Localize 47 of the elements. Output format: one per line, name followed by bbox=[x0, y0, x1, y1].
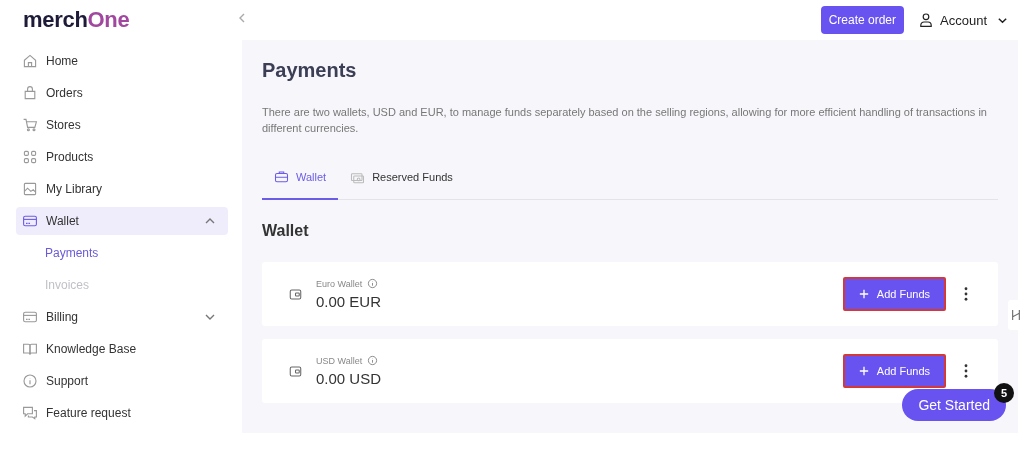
count-badge: 5 bbox=[994, 383, 1014, 403]
card-icon bbox=[22, 309, 38, 325]
sidebar-item[interactable]: Orders bbox=[16, 79, 228, 107]
wallet-name: USD Wallet bbox=[316, 355, 363, 366]
add-funds-button[interactable]: Add Funds bbox=[842, 277, 946, 311]
wallet-name: Euro Wallet bbox=[316, 278, 363, 289]
sidebar-item[interactable]: Knowledge Base bbox=[16, 335, 228, 363]
wallet-balance: 0.00 USD bbox=[316, 370, 382, 387]
sidebar-item[interactable]: Billing bbox=[16, 303, 228, 331]
sidebar-item[interactable]: Feature request bbox=[16, 399, 228, 427]
bag-icon bbox=[22, 85, 38, 101]
wallet-icon bbox=[288, 286, 303, 302]
sidebar-item[interactable]: My Library bbox=[16, 175, 228, 203]
brand-logo: merchOne bbox=[23, 7, 130, 33]
tab[interactable]: Wallet bbox=[262, 161, 339, 200]
plus-icon bbox=[858, 289, 869, 299]
home-icon bbox=[22, 53, 38, 69]
card-icon bbox=[22, 213, 38, 229]
more-options-icon[interactable] bbox=[964, 287, 968, 301]
sidebar-item[interactable]: Home bbox=[16, 47, 228, 75]
info-icon bbox=[22, 373, 38, 389]
info-icon[interactable] bbox=[367, 355, 379, 366]
user-icon bbox=[918, 12, 934, 28]
tab[interactable]: Reserved Funds bbox=[338, 161, 465, 199]
sidebar-item[interactable]: Products bbox=[16, 143, 228, 171]
info-icon[interactable] bbox=[367, 278, 379, 289]
page-description: There are two wallets, USD and EUR, to manage funds separately based on the selling regions, allowing for more efficient handling of transactions in different currencies. bbox=[262, 105, 988, 136]
sidebar-subitem[interactable]: Payments bbox=[45, 239, 99, 267]
book-icon bbox=[22, 341, 38, 357]
wallet-balance: 0.00 EUR bbox=[316, 293, 382, 310]
chat-icon bbox=[22, 405, 38, 421]
sidebar-item[interactable]: Support bbox=[16, 367, 228, 395]
grid-icon bbox=[22, 149, 38, 165]
handle-icon bbox=[1011, 308, 1021, 322]
sidebar-item[interactable]: Wallet bbox=[16, 207, 228, 235]
image-icon bbox=[22, 181, 38, 197]
account-menu[interactable]: Account bbox=[918, 12, 1008, 28]
more-options-icon[interactable] bbox=[964, 364, 968, 378]
briefcase-icon bbox=[274, 169, 289, 184]
sidebar-item[interactable]: Stores bbox=[16, 111, 228, 139]
add-funds-button[interactable]: Add Funds bbox=[842, 354, 946, 388]
wallet-icon bbox=[288, 363, 303, 379]
page-title: Payments bbox=[262, 58, 357, 82]
create-order-button[interactable]: Create order bbox=[820, 6, 904, 34]
section-title: Wallet bbox=[262, 222, 309, 240]
plus-icon bbox=[858, 366, 869, 376]
cart-icon bbox=[22, 117, 38, 133]
